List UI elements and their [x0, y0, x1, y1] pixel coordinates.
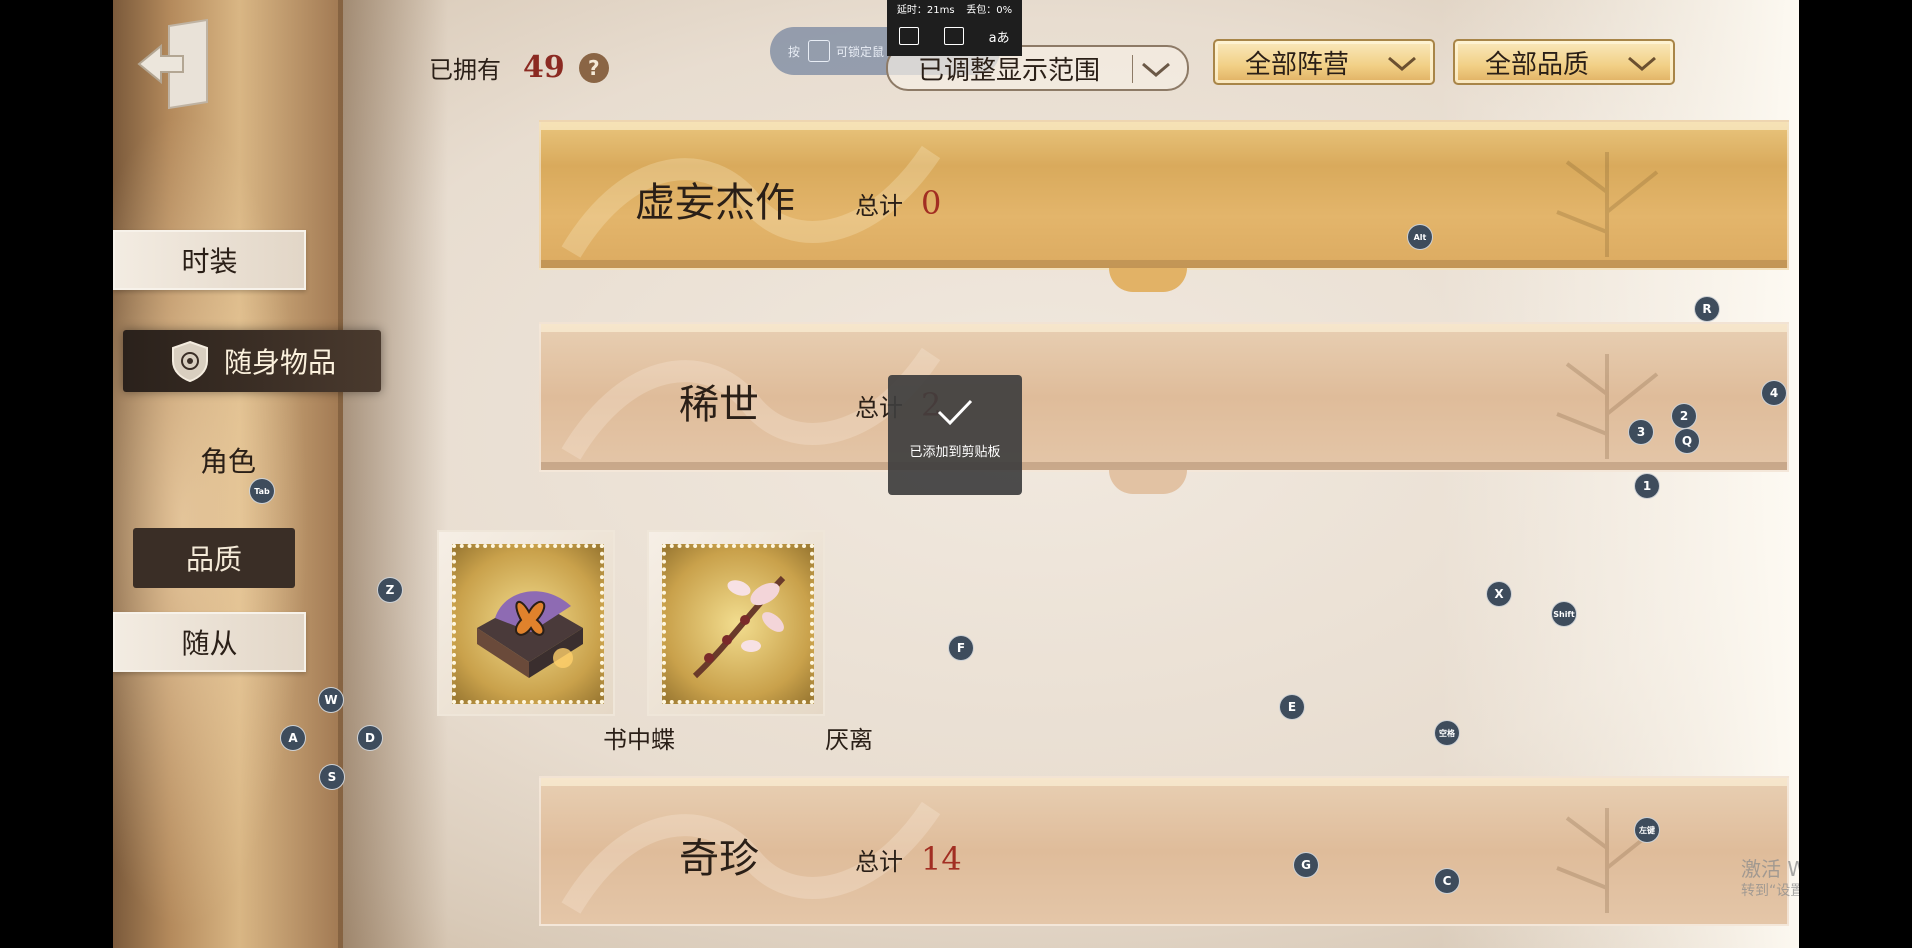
- section-title: 稀世: [679, 382, 759, 428]
- key-hint-4[interactable]: 4: [1761, 380, 1787, 406]
- shield-icon: [171, 340, 208, 383]
- windows-activation-watermark: 激活 Windows 转到“设置”以激活 Windows。: [1741, 856, 1799, 900]
- hint-text: 可锁定鼠: [836, 44, 885, 59]
- sidebar-item-follower[interactable]: 随从: [113, 612, 306, 672]
- key-hint-z[interactable]: Z: [377, 577, 403, 603]
- total-label: 总计: [855, 192, 903, 220]
- key-hint-tab[interactable]: Tab: [249, 478, 275, 504]
- packet-loss-readout: 丢包：0%: [966, 4, 1013, 16]
- item-name: 厌离: [825, 726, 873, 754]
- chevron-down-icon: [1142, 62, 1170, 77]
- exit-icon[interactable]: [135, 18, 215, 110]
- total-count: 14: [921, 840, 962, 878]
- chevron-down-icon: [1388, 56, 1416, 71]
- key-hint-x[interactable]: X: [1486, 581, 1512, 607]
- game-screen: 时装 随身物品 角色 品质 随从 已拥有 49 ? 按 可锁定鼠 已调整显示范围: [113, 0, 1799, 948]
- key-hint-alt[interactable]: Alt: [1407, 224, 1433, 250]
- section-title: 奇珍: [679, 836, 759, 882]
- screen-switch-icon[interactable]: [899, 27, 920, 45]
- key-hint-w[interactable]: W: [318, 687, 344, 713]
- latency-readout: 延时：21ms: [896, 4, 955, 16]
- check-icon: [937, 399, 973, 426]
- plant-pattern-icon: [1556, 808, 1659, 913]
- chevron-down-icon: [1628, 56, 1656, 71]
- stream-toolbar: 延时：21ms 丢包：0% aあ: [887, 0, 1022, 56]
- watermark-line2: 转到“设置”以激活 Windows。: [1741, 883, 1799, 899]
- key-hint-left-click[interactable]: 左键: [1634, 817, 1660, 843]
- section-rare: 稀世 总计 2: [539, 322, 1789, 494]
- key-hint-shift[interactable]: Shift: [1551, 601, 1577, 627]
- sidebar-item-label: 随从: [181, 627, 238, 660]
- owned-count: 49: [523, 50, 565, 85]
- key-hint-c[interactable]: C: [1434, 868, 1460, 894]
- plant-pattern-icon: [1556, 152, 1659, 257]
- total-label: 总计: [855, 848, 903, 876]
- key-hint-q[interactable]: Q: [1674, 428, 1700, 454]
- key-hint-e[interactable]: E: [1279, 694, 1305, 720]
- butterfly-book-icon: [477, 591, 583, 678]
- sidebar-item-accessories[interactable]: 随身物品: [123, 330, 381, 392]
- section-treasure: 奇珍 总计 14: [539, 776, 1789, 926]
- section-masterpiece: 虚妄杰作 总计 0: [539, 120, 1789, 292]
- help-icon[interactable]: ?: [578, 52, 609, 83]
- sidebar-item-label: 随身物品: [223, 346, 336, 379]
- key-hint-f[interactable]: F: [948, 635, 974, 661]
- sidebar-item-label: 角色: [199, 445, 256, 478]
- sidebar-item-character[interactable]: 角色: [153, 432, 303, 488]
- dropdown-value: 全部品质: [1485, 49, 1590, 80]
- quality-filter-dropdown[interactable]: 全部品质: [1453, 39, 1675, 85]
- sidebar-item-quality[interactable]: 品质: [133, 528, 295, 588]
- section-title: 虚妄杰作: [635, 180, 795, 226]
- play-screen-icon[interactable]: [944, 27, 964, 45]
- dropdown-value: 全部阵营: [1245, 49, 1350, 80]
- key-hint-d[interactable]: D: [357, 725, 383, 751]
- total-count: 0: [921, 184, 942, 222]
- hint-prefix: 按: [788, 44, 801, 59]
- sidebar-item-label: 时装: [181, 245, 238, 278]
- key-hint-r[interactable]: R: [1694, 296, 1720, 322]
- item-name: 书中蝶: [603, 726, 675, 754]
- watermark-line1: 激活 Windows: [1741, 857, 1799, 881]
- key-hint-a[interactable]: A: [280, 725, 306, 751]
- key-hint-g[interactable]: G: [1293, 852, 1319, 878]
- key-hint-1[interactable]: 1: [1634, 473, 1660, 499]
- blossom-branch-icon: [692, 575, 786, 679]
- owned-counter: 已拥有 49 ?: [429, 50, 609, 85]
- camp-filter-dropdown[interactable]: 全部阵营: [1213, 39, 1435, 85]
- owned-label: 已拥有: [429, 56, 501, 84]
- key-hint-2[interactable]: 2: [1671, 403, 1697, 429]
- clipboard-toast: 已添加到剪贴板: [888, 375, 1022, 495]
- sidebar-item-label: 品质: [185, 543, 242, 576]
- sidebar-item-fashion[interactable]: 时装: [113, 230, 306, 290]
- translate-icon[interactable]: aあ: [989, 27, 1010, 46]
- key-hint-3[interactable]: 3: [1628, 419, 1654, 445]
- key-hint-space[interactable]: 空格: [1434, 720, 1460, 746]
- toast-message: 已添加到剪贴板: [909, 445, 1001, 460]
- plant-pattern-icon: [1556, 354, 1659, 459]
- item-card-butterfly-book[interactable]: [437, 530, 615, 716]
- section-total: 总计 0: [855, 184, 941, 222]
- key-icon: [808, 40, 831, 62]
- key-hint-s[interactable]: S: [319, 764, 345, 790]
- item-card-blossom-branch[interactable]: [647, 530, 825, 716]
- section-total: 总计 14: [855, 840, 962, 878]
